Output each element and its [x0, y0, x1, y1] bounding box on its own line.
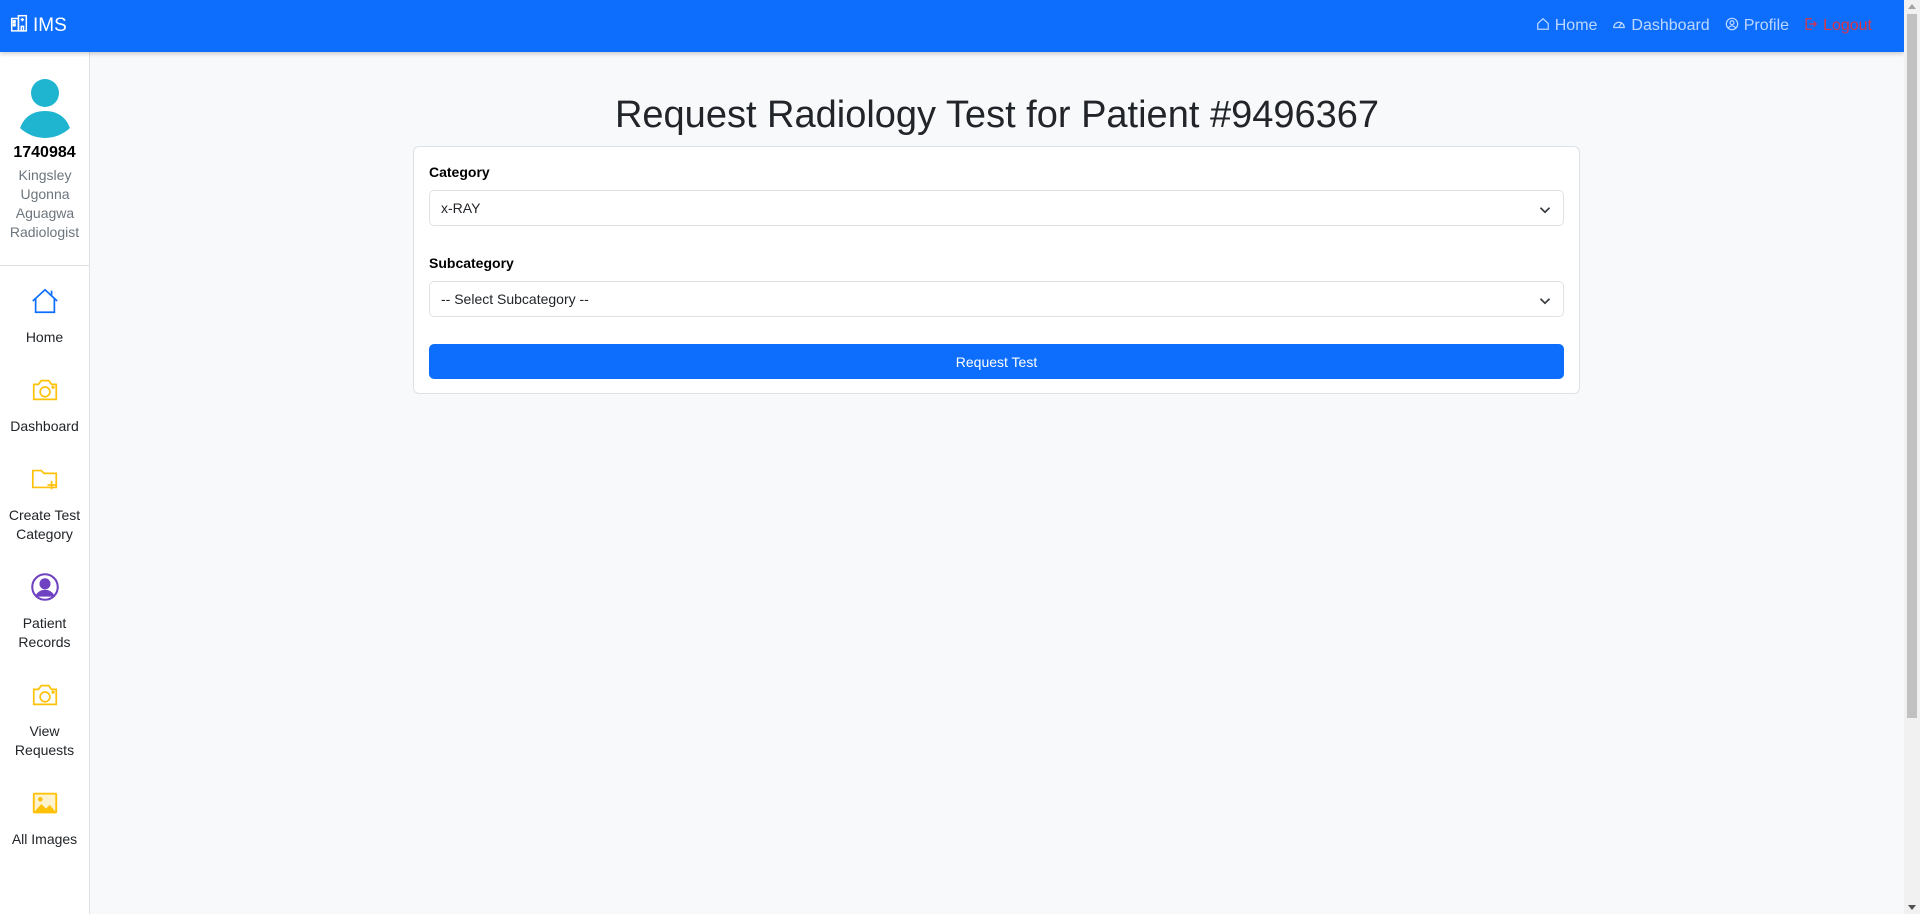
sidebar-menu: Home Dashboard Create Test Category Pati… [0, 266, 89, 849]
camera-icon [30, 373, 60, 407]
folder-plus-icon [30, 462, 60, 496]
subcategory-select[interactable]: -- Select Subcategory -- [429, 281, 1564, 317]
camera-icon [30, 678, 60, 712]
request-test-button[interactable]: Request Test [429, 344, 1564, 379]
nav-profile-link[interactable]: Profile [1725, 17, 1789, 36]
page-scrollbar[interactable] [1904, 0, 1920, 914]
sidebar-item-dashboard[interactable]: Dashboard [0, 373, 89, 436]
user-id: 1740984 [13, 144, 76, 161]
logout-icon [1804, 17, 1823, 36]
sidebar-item-home[interactable]: Home [0, 284, 89, 347]
nav-logout-label: Logout [1823, 17, 1872, 34]
person-circle-icon [30, 570, 60, 604]
nav-profile-label: Profile [1743, 17, 1790, 34]
hospital-icon [10, 14, 33, 38]
subcategory-label: Subcategory [429, 255, 514, 271]
house-icon [30, 284, 60, 318]
brand-label: IMS [33, 15, 67, 36]
sidebar-item-patient-records[interactable]: Patient Records [0, 570, 89, 652]
sidebar-item-view-requests[interactable]: View Requests [0, 678, 89, 760]
brand[interactable]: IMS [10, 14, 67, 38]
nav-dashboard-link[interactable]: Dashboard [1612, 17, 1710, 36]
category-label: Category [429, 164, 490, 180]
sidebar-item-label: View Requests [14, 723, 75, 758]
avatar [8, 66, 81, 138]
scroll-up-arrow-icon[interactable] [1908, 4, 1916, 9]
nav-home-link[interactable]: Home [1536, 17, 1598, 36]
nav-dashboard-label: Dashboard [1631, 17, 1710, 34]
sidebar-item-label: All Images [11, 831, 78, 847]
sidebar-item-label: Patient Records [18, 615, 71, 650]
user-name: Kingsley Ugonna Aguagwa [15, 167, 75, 221]
nav-home-label: Home [1554, 17, 1598, 34]
house-icon [1536, 17, 1555, 36]
page-title: Request Radiology Test for Patient #9496… [614, 94, 1380, 136]
category-select-value: x-RAY [441, 200, 481, 216]
subcategory-select-value: -- Select Subcategory -- [441, 291, 589, 307]
sidebar-item-label: Create Test Category [8, 507, 81, 542]
sidebar: 1740984 Kingsley Ugonna Aguagwa Radiolog… [0, 52, 90, 914]
top-navbar: IMS Home Dashboard Profile Logout [0, 0, 1904, 52]
user-profile: 1740984 Kingsley Ugonna Aguagwa Radiolog… [0, 52, 89, 266]
category-select[interactable]: x-RAY [429, 190, 1564, 226]
person-circle-icon [1725, 17, 1744, 36]
request-test-form: Category x-RAY Subcategory -- Select Sub… [413, 146, 1580, 394]
image-icon [30, 786, 60, 820]
nav-links: Home Dashboard Profile Logout [1521, 17, 1872, 36]
scrollbar-thumb[interactable] [1907, 14, 1917, 718]
main-content: Request Radiology Test for Patient #9496… [90, 52, 1904, 914]
sidebar-item-label: Dashboard [10, 418, 79, 434]
chevron-down-icon [1539, 294, 1551, 310]
speedometer-icon [1612, 17, 1631, 36]
user-role: Radiologist [9, 224, 80, 240]
sidebar-item-create-test-category[interactable]: Create Test Category [0, 462, 89, 544]
chevron-down-icon [1539, 203, 1551, 219]
sidebar-item-label: Home [25, 329, 64, 345]
sidebar-item-all-images[interactable]: All Images [0, 786, 89, 849]
nav-logout-link[interactable]: Logout [1804, 17, 1872, 36]
scroll-down-arrow-icon[interactable] [1908, 905, 1916, 910]
